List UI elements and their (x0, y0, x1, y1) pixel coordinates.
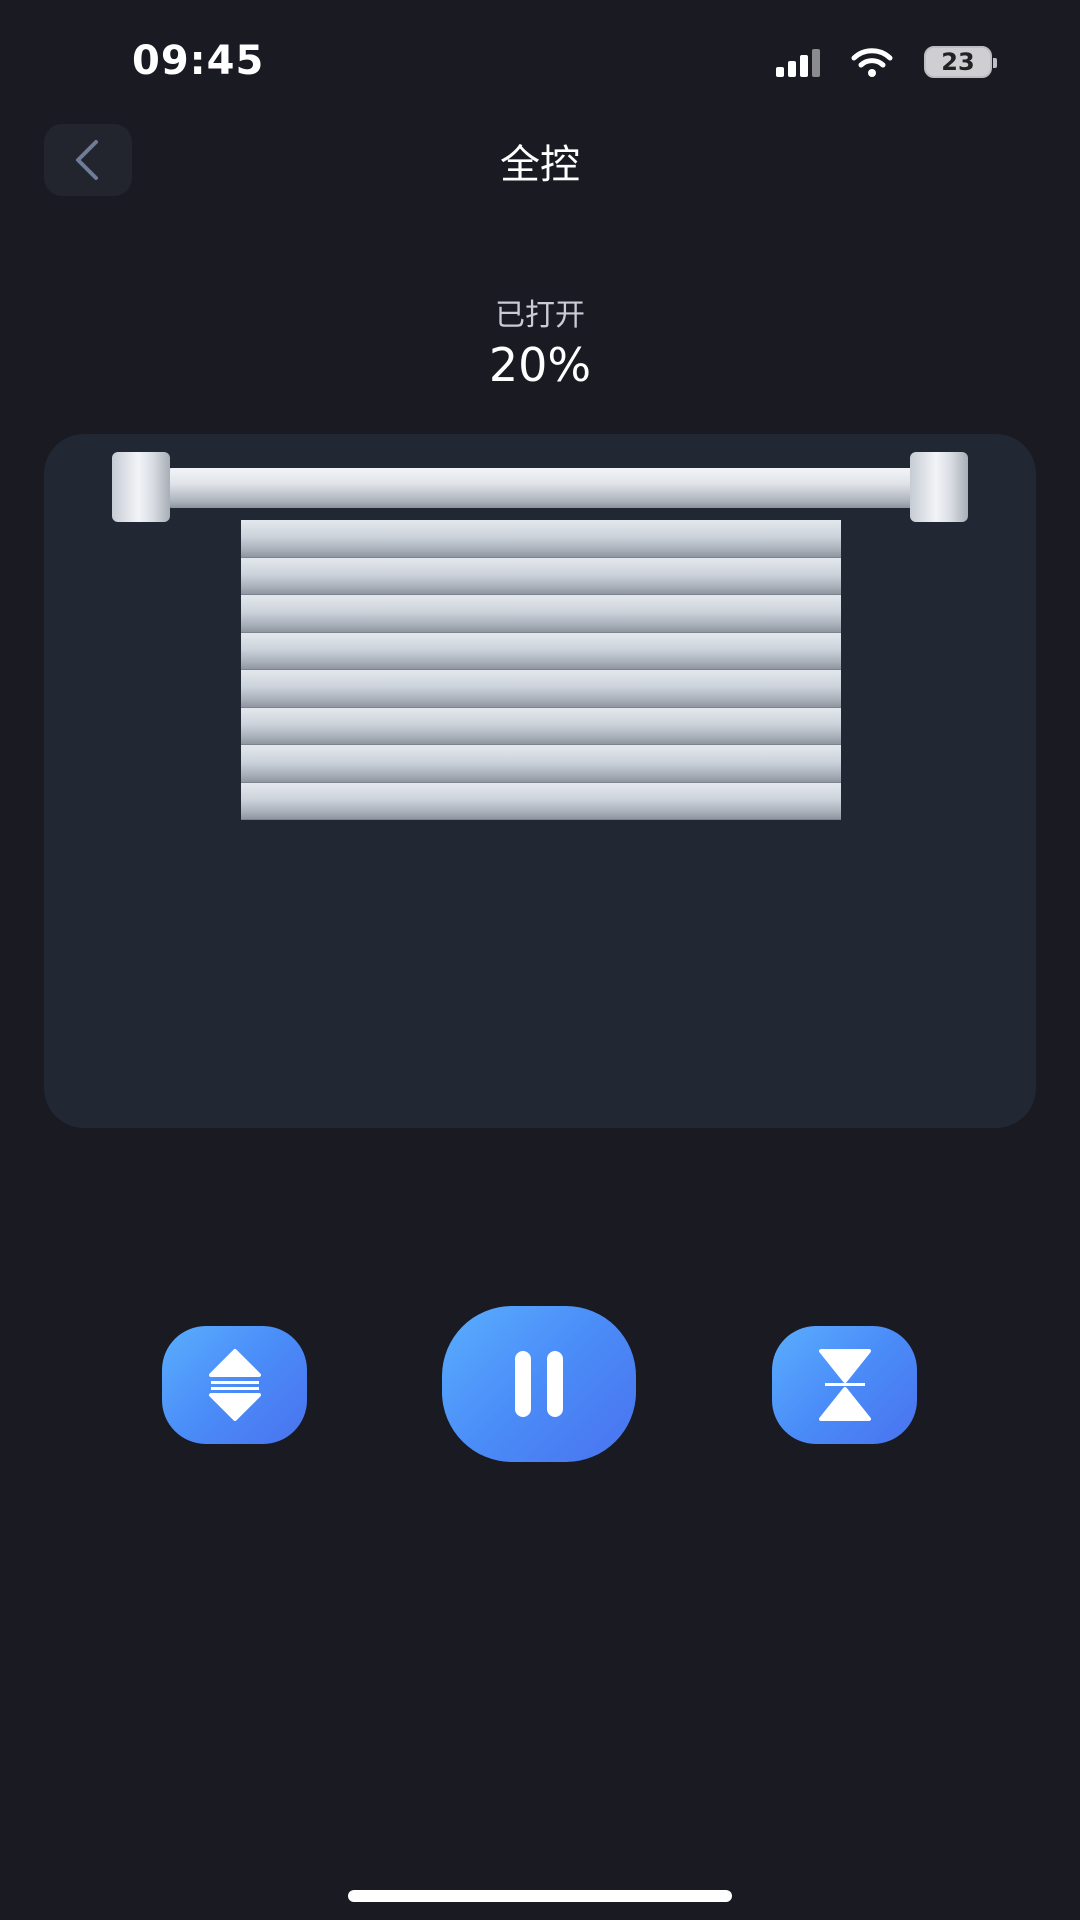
blind-slat (241, 557, 841, 595)
status-time: 09:45 (132, 38, 265, 84)
curtain-state-label: 已打开 (495, 298, 585, 333)
curtain-open-percent: 20% (488, 338, 592, 392)
expand-vertical-icon (208, 1349, 261, 1421)
curtain-blind (241, 520, 841, 820)
open-curtain-button[interactable] (162, 1326, 307, 1444)
battery-icon: 23 (924, 46, 997, 78)
rod-cap-right (910, 452, 968, 522)
curtain-preview-panel (44, 434, 1036, 1128)
rod-cap-left (112, 452, 170, 522)
pause-button[interactable] (442, 1306, 636, 1462)
blind-slat (241, 707, 841, 745)
blind-slat (241, 782, 841, 820)
page-title: 全控 (500, 142, 580, 188)
status-icons: 23 (776, 46, 997, 78)
wifi-icon (851, 48, 893, 77)
blind-slat (241, 595, 841, 633)
curtain-control-screen: 09:45 23 全控 已打开 20% (0, 0, 1080, 1920)
cellular-signal-icon (776, 47, 820, 77)
curtain-rod (164, 468, 958, 508)
home-indicator[interactable] (348, 1890, 732, 1902)
blind-slat (241, 632, 841, 670)
pause-icon (515, 1351, 563, 1417)
blind-slat (241, 745, 841, 783)
blind-slat (241, 520, 841, 558)
blind-slat (241, 670, 841, 708)
collapse-vertical-icon (818, 1349, 871, 1421)
close-curtain-button[interactable] (772, 1326, 917, 1444)
battery-level: 23 (941, 48, 975, 76)
